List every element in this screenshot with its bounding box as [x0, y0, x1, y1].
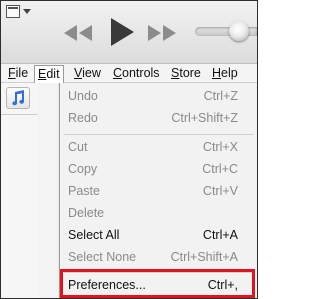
menu-item-select-all[interactable]: Select All Ctrl+A [60, 224, 256, 246]
menu-bar: File Edit View Controls Store Help [1, 63, 257, 83]
menu-view-mnemonic: V [74, 66, 83, 80]
menu-edit-rest: dit [46, 67, 60, 81]
library-sidebar [1, 83, 37, 298]
menu-store-rest: tore [179, 66, 201, 80]
menu-help-mnemonic: H [212, 66, 222, 80]
play-icon[interactable] [109, 17, 135, 47]
edit-menu-dropdown: Undo Ctrl+Z Redo Ctrl+Shift+Z Cut Ctrl+X… [59, 83, 257, 298]
app-window: File Edit View Controls Store Help Undo … [0, 0, 258, 299]
menu-item-label: Select None [68, 250, 137, 264]
menu-store[interactable]: Store [171, 64, 201, 83]
menu-file[interactable]: File [8, 64, 28, 83]
menu-help-rest: elp [221, 66, 238, 80]
menu-edit[interactable]: Edit [34, 65, 64, 83]
menu-item-redo[interactable]: Redo Ctrl+Shift+Z [60, 107, 256, 129]
menu-item-shortcut: Ctrl+Shift+A [170, 250, 238, 264]
menu-item-label: Paste [68, 184, 100, 198]
volume-knob[interactable] [229, 21, 249, 41]
menu-item-delete[interactable]: Delete [60, 202, 256, 224]
menu-item-shortcut: Ctrl+Shift+Z [171, 111, 238, 125]
player-toolbar [1, 1, 257, 63]
menu-item-select-none[interactable]: Select None Ctrl+Shift+A [60, 246, 256, 268]
menu-view-rest: iew [82, 66, 101, 80]
window-menu-caret-icon[interactable] [23, 9, 31, 14]
menu-item-copy[interactable]: Copy Ctrl+C [60, 158, 256, 180]
menu-item-label: Redo [68, 111, 98, 125]
menu-item-undo[interactable]: Undo Ctrl+Z [60, 85, 256, 107]
menu-item-label: Delete [68, 206, 105, 220]
menu-controls-rest: ontrols [122, 66, 160, 80]
sidebar-divider [1, 114, 37, 115]
menu-item-label: Copy [68, 162, 98, 176]
menu-file-rest: ile [15, 66, 29, 80]
menu-controls-mnemonic: C [113, 66, 123, 80]
menu-item-label: Undo [68, 89, 98, 103]
menu-separator [64, 134, 254, 135]
menu-item-paste[interactable]: Paste Ctrl+V [60, 180, 256, 202]
menu-help[interactable]: Help [212, 64, 238, 83]
music-source-button[interactable] [6, 87, 30, 109]
menu-item-shortcut: Ctrl+X [202, 140, 238, 154]
menu-item-cut[interactable]: Cut Ctrl+X [60, 136, 256, 158]
menu-item-shortcut: Ctrl+Z [203, 89, 238, 103]
menu-item-shortcut: Ctrl+C [202, 162, 238, 176]
music-note-icon [12, 90, 25, 106]
menu-item-label: Select All [68, 228, 120, 242]
window-menu-icon[interactable] [6, 5, 20, 18]
rewind-icon[interactable] [63, 25, 93, 41]
menu-item-shortcut: Ctrl+V [202, 184, 238, 198]
menu-view[interactable]: View [74, 64, 101, 83]
menu-item-shortcut: Ctrl+A [202, 228, 238, 242]
menu-file-mnemonic: F [8, 66, 16, 80]
preferences-highlight-box [60, 269, 255, 298]
menu-item-label: Cut [68, 140, 88, 154]
menu-controls[interactable]: Controls [113, 64, 160, 83]
fast-forward-icon[interactable] [147, 25, 177, 41]
